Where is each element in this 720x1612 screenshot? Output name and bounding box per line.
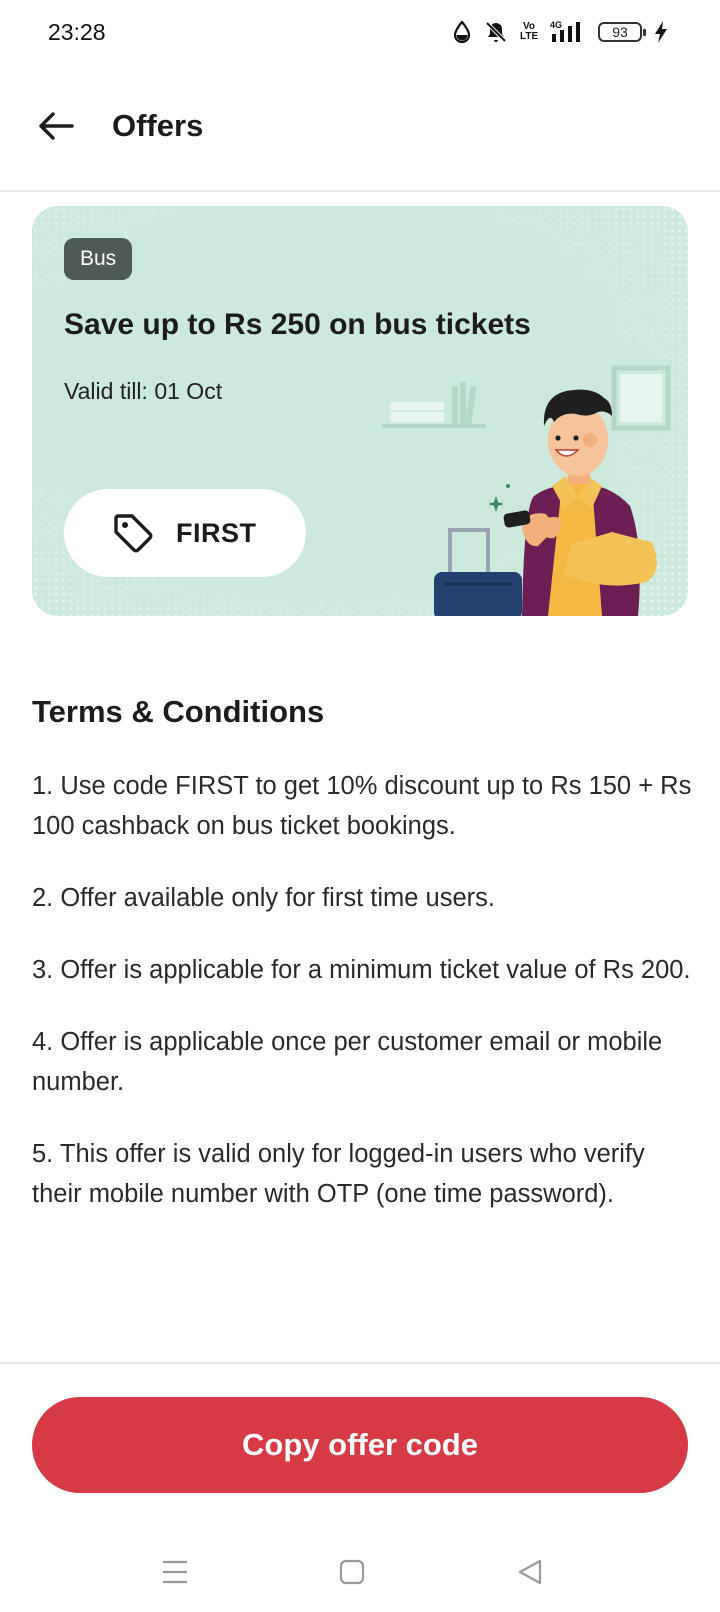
- battery-level: 93: [612, 24, 628, 40]
- offer-code-pill[interactable]: FIRST: [64, 489, 306, 577]
- status-icons: Vo LTE 4G 93: [452, 18, 668, 46]
- terms-item: 2. Offer available only for first time u…: [32, 884, 495, 912]
- traveler-illustration: [382, 365, 671, 616]
- signal-icon: 4G: [550, 20, 580, 42]
- terms-item: 5. This offer is valid only for logged-i…: [32, 1140, 645, 1208]
- terms-title: Terms & Conditions: [32, 694, 325, 729]
- mute-icon: [485, 21, 507, 43]
- data-saver-icon: [453, 20, 471, 44]
- terms-list: 1. Use code FIRST to get 10% discount up…: [32, 766, 692, 1246]
- offer-code: FIRST: [176, 517, 257, 548]
- suitcase: [434, 572, 522, 616]
- system-nav-bar: [0, 1530, 720, 1612]
- terms-item: 3. Offer is applicable for a minimum tic…: [32, 956, 691, 984]
- terms-item: 1. Use code FIRST to get 10% discount up…: [32, 772, 692, 840]
- offer-card: Bus Save up to Rs 250 on bus tickets Val…: [32, 206, 688, 616]
- battery-icon: 93: [598, 22, 646, 42]
- status-bar: 23:28 Vo LTE 4G 93: [0, 0, 720, 66]
- status-time: 23:28: [48, 19, 106, 45]
- back-button[interactable]: [30, 100, 82, 152]
- bottom-divider: [0, 1362, 720, 1364]
- menu-icon[interactable]: [155, 1552, 195, 1592]
- offer-title: Save up to Rs 250 on bus tickets: [64, 308, 531, 341]
- page-title: Offers: [112, 108, 204, 143]
- volte-icon: Vo LTE: [520, 21, 539, 42]
- back-triangle-icon[interactable]: [510, 1552, 550, 1592]
- arrow-left-icon: [39, 112, 74, 140]
- charging-icon: [655, 21, 667, 43]
- home-icon[interactable]: [332, 1552, 372, 1592]
- offer-validity: Valid till: 01 Oct: [64, 378, 223, 404]
- copy-offer-code-button[interactable]: Copy offer code: [32, 1397, 688, 1493]
- app-header: Offers: [0, 66, 720, 192]
- tag-icon: [114, 514, 153, 553]
- svg-text:4G: 4G: [550, 20, 562, 30]
- terms-item: 4. Offer is applicable once per customer…: [32, 1028, 663, 1096]
- shelf: [382, 424, 486, 428]
- category-badge: Bus: [64, 238, 133, 280]
